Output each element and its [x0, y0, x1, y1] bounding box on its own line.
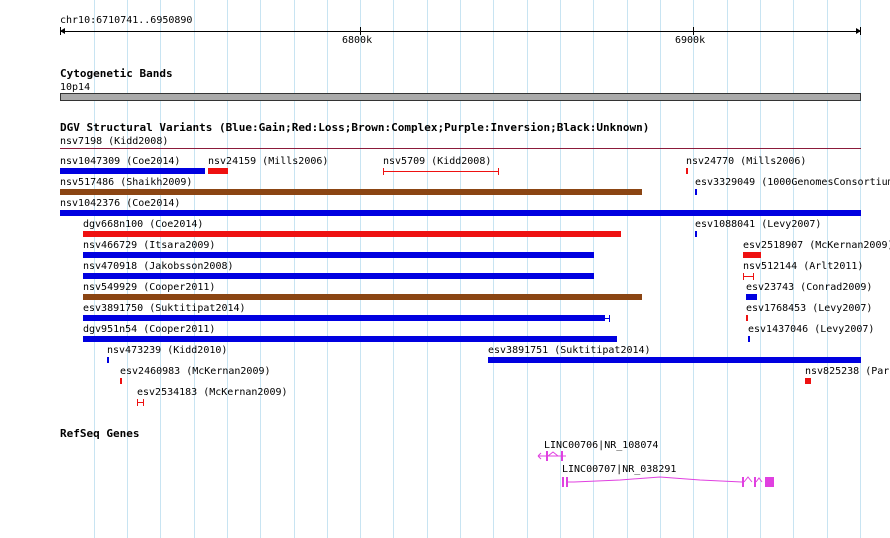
ruler-tick: [60, 27, 61, 35]
variant-bar[interactable]: [695, 231, 697, 237]
feature-label: nsv512144 (Arlt2011): [743, 261, 864, 272]
grid-line: [527, 0, 528, 538]
variant-bar[interactable]: [60, 168, 205, 174]
feature-label: nsv470918 (Jakobsson2008): [83, 261, 234, 272]
variant-cap: [609, 315, 610, 322]
variant-bar[interactable]: [695, 189, 697, 195]
grid-line: [460, 0, 461, 538]
gene-model-linc00706[interactable]: [536, 450, 568, 462]
grid-line: [693, 0, 694, 538]
feature-label: nsv825238 (Park: [805, 366, 890, 377]
variant-cap: [137, 399, 138, 406]
variant-bar[interactable]: [83, 231, 621, 237]
feature-label: dgv668n100 (Coe2014): [83, 219, 204, 230]
feature-label: esv3329049 (1000GenomesConsortium: [695, 177, 890, 188]
grid-line: [294, 0, 295, 538]
variant-bar[interactable]: [748, 336, 750, 342]
refseq-track-title: RefSeq Genes: [60, 427, 140, 440]
ruler-tick: [860, 27, 861, 35]
variant-line[interactable]: [383, 171, 499, 172]
variant-bar[interactable]: [743, 252, 761, 258]
variant-cap: [753, 273, 754, 280]
feature-label: nsv1047309 (Coe2014): [60, 156, 181, 167]
feature-label: dgv951n54 (Cooper2011): [83, 324, 216, 335]
feature-label: esv23743 (Conrad2009): [746, 282, 873, 293]
grid-line: [427, 0, 428, 538]
variant-bar[interactable]: [805, 378, 811, 384]
feature-label: esv3891750 (Suktitipat2014): [83, 303, 246, 314]
gene-label: LINC00707|NR_038291: [562, 464, 677, 475]
grid-line: [727, 0, 728, 538]
variant-bar[interactable]: [746, 294, 757, 300]
feature-label: esv1437046 (Levy2007): [748, 324, 875, 335]
variant-bar[interactable]: [208, 168, 228, 174]
variant-cap: [143, 399, 144, 406]
ruler-axis[interactable]: [60, 31, 861, 32]
feature-label: nsv466729 (Itsara2009): [83, 240, 216, 251]
grid-line: [360, 0, 361, 538]
feature-label: esv3891751 (Suktitipat2014): [488, 345, 651, 356]
variant-bar[interactable]: [120, 378, 122, 384]
feature-label: nsv7198 (Kidd2008): [60, 136, 169, 147]
variant-bar[interactable]: [746, 315, 748, 321]
variant-bar[interactable]: [60, 189, 642, 195]
cytoband-glyph[interactable]: [60, 93, 861, 101]
cytoband-label: 10p14: [60, 82, 91, 93]
feature-label: nsv473239 (Kidd2010): [107, 345, 228, 356]
variant-cap: [383, 168, 384, 175]
variant-bar[interactable]: [83, 294, 642, 300]
grid-line: [393, 0, 394, 538]
feature-label: esv2534183 (McKernan2009): [137, 387, 288, 398]
feature-line[interactable]: [60, 148, 861, 149]
feature-label: nsv549929 (Cooper2011): [83, 282, 216, 293]
variant-bar[interactable]: [83, 336, 617, 342]
feature-label: esv2460983 (McKernan2009): [120, 366, 271, 377]
variant-bar[interactable]: [686, 168, 688, 174]
variant-bar[interactable]: [107, 357, 109, 363]
ruler-tick-label: 6900k: [675, 35, 706, 46]
feature-label: esv2518907 (McKernan2009): [743, 240, 890, 251]
ruler-tick: [360, 27, 361, 35]
feature-label: nsv517486 (Shaikh2009): [60, 177, 193, 188]
dgv-track-title: DGV Structural Variants (Blue:Gain;Red:L…: [60, 121, 650, 134]
variant-cap: [743, 273, 744, 280]
grid-line: [493, 0, 494, 538]
variant-bar[interactable]: [60, 210, 861, 216]
variant-bar[interactable]: [83, 252, 594, 258]
feature-label: nsv5709 (Kidd2008): [383, 156, 492, 167]
position-label: chr10:6710741..6950890: [60, 15, 193, 26]
ruler-tick-label: 6800k: [342, 35, 373, 46]
feature-label: esv1088041 (Levy2007): [695, 219, 822, 230]
grid-line: [327, 0, 328, 538]
gene-model-linc00707[interactable]: [560, 475, 776, 489]
variant-cap: [498, 168, 499, 175]
variant-bar[interactable]: [83, 273, 594, 279]
grid-line: [660, 0, 661, 538]
feature-label: nsv24159 (Mills2006): [208, 156, 329, 167]
cytoband-track-title: Cytogenetic Bands: [60, 67, 173, 80]
feature-label: nsv1042376 (Coe2014): [60, 198, 181, 209]
variant-bar[interactable]: [488, 357, 861, 363]
feature-label: esv1768453 (Levy2007): [746, 303, 873, 314]
grid-line: [593, 0, 594, 538]
variant-bar[interactable]: [83, 315, 605, 321]
grid-line: [627, 0, 628, 538]
grid-line: [260, 0, 261, 538]
feature-label: nsv24770 (Mills2006): [686, 156, 807, 167]
ruler-tick: [693, 27, 694, 35]
